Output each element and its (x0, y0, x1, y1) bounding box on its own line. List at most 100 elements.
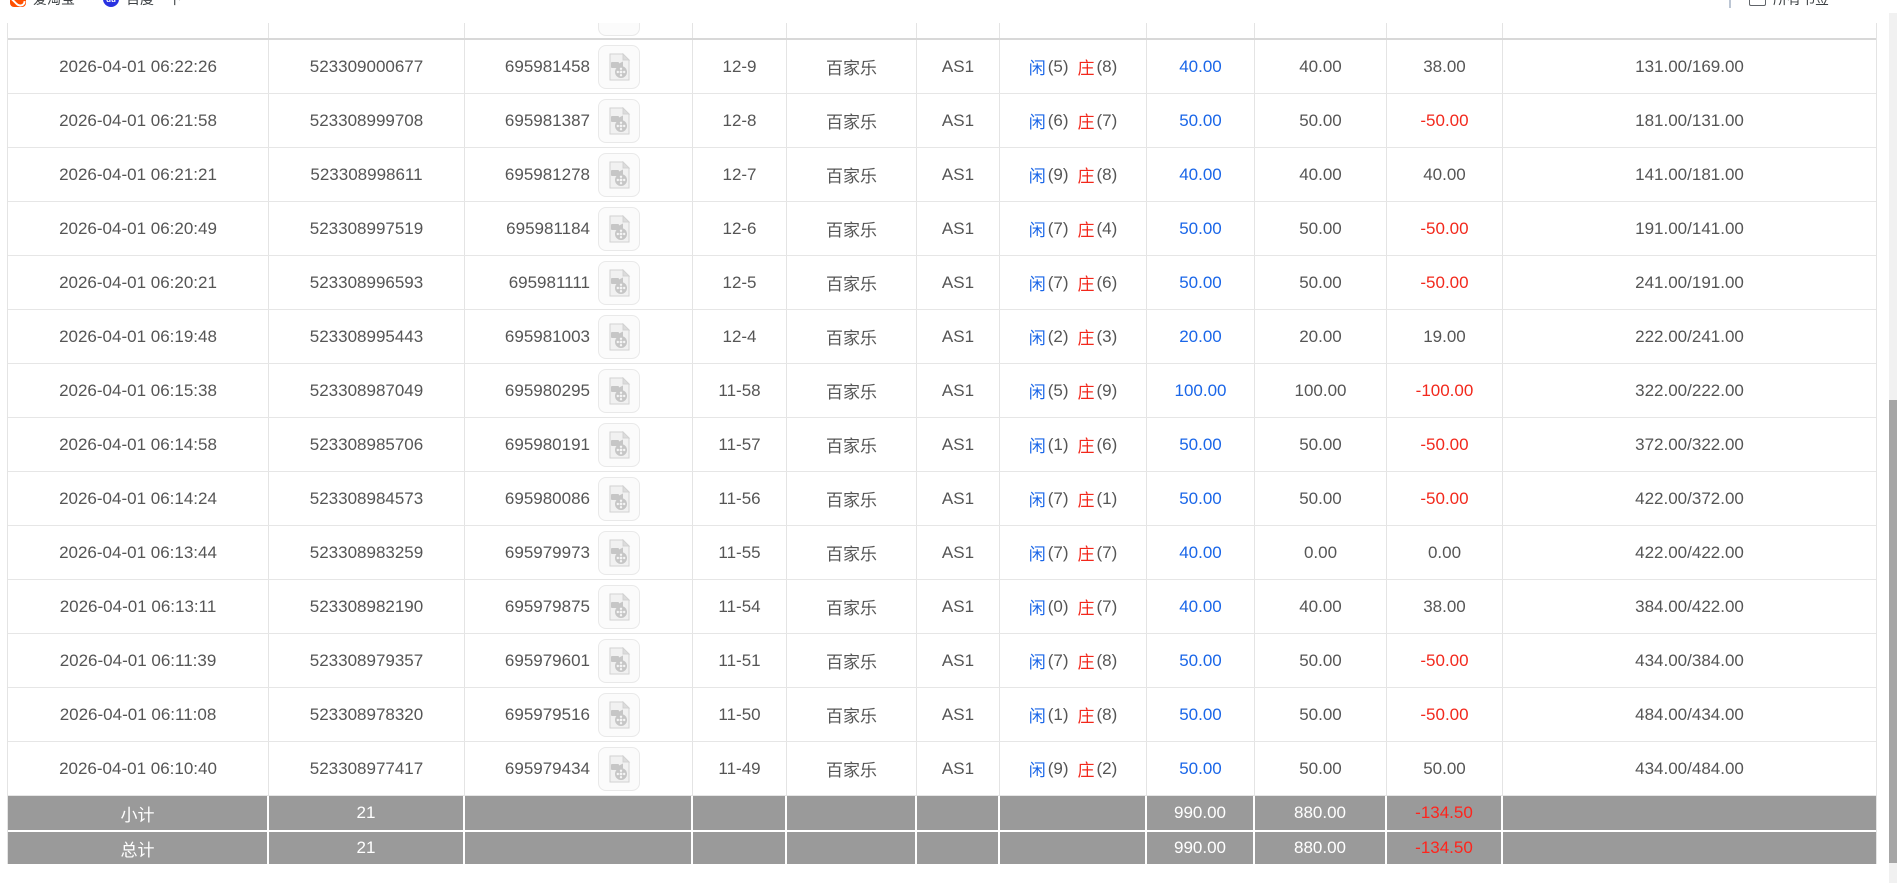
platform-cell: AS1 (917, 256, 1000, 309)
summary-empty-cell (465, 832, 693, 864)
game-number-cell: 695980191 (465, 418, 693, 471)
video-replay-button[interactable] (598, 477, 640, 521)
win-loss-cell: 40.00 (1387, 148, 1503, 201)
video-replay-button[interactable] (598, 45, 640, 89)
table-row: 2026-04-01 06:14:24523308984573695980086… (8, 472, 1876, 526)
bet-amount-cell[interactable]: 40.00 (1147, 526, 1255, 579)
bet-amount-cell[interactable]: 40.00 (1147, 580, 1255, 633)
player-label: 闲 (1029, 162, 1046, 187)
game-number: 695980191 (505, 435, 590, 455)
bet-amount-cell[interactable]: 50.00 (1147, 202, 1255, 255)
bet-amount-cell[interactable]: 100.00 (1147, 364, 1255, 417)
balance-cell: 222.00/241.00 (1503, 310, 1876, 363)
banker-label: 庄 (1078, 216, 1095, 241)
bet-amount-cell[interactable]: 40.00 (1147, 148, 1255, 201)
win-loss-cell: -50.00 (1387, 472, 1503, 525)
game-number: 695981278 (505, 165, 590, 185)
all-bookmarks-button[interactable]: 所有书签 (1749, 0, 1829, 9)
video-replay-button[interactable] (598, 747, 640, 791)
win-loss-cell: 50.00 (1387, 742, 1503, 795)
summary-win-loss-cell: -134.50 (1387, 796, 1503, 830)
video-replay-button[interactable] (598, 23, 640, 36)
bet-amount-cell[interactable]: 40.00 (1147, 40, 1255, 93)
banker-label: 庄 (1078, 54, 1095, 79)
banker-score: (8) (1097, 705, 1118, 725)
bet-amount-cell[interactable]: 50.00 (1147, 94, 1255, 147)
platform-cell: AS1 (917, 364, 1000, 417)
valid-amount-cell: 0.00 (1255, 526, 1387, 579)
banker-score: (1) (1097, 489, 1118, 509)
order-number-cell: 523308977417 (269, 742, 465, 795)
table-round-cell: 11-58 (693, 364, 787, 417)
video-replay-button[interactable] (598, 693, 640, 737)
game-number: 695980295 (505, 381, 590, 401)
bet-time-cell: 2026-04-01 06:11:08 (8, 688, 269, 741)
video-replay-button[interactable] (598, 153, 640, 197)
bookmark-label: 百度一下 (126, 0, 182, 9)
platform-cell: AS1 (917, 310, 1000, 363)
player-label: 闲 (1029, 486, 1046, 511)
game-number: 695979973 (505, 543, 590, 563)
order-number-cell: 523308983259 (269, 526, 465, 579)
game-type-cell: 百家乐 (787, 148, 917, 201)
video-replay-button[interactable] (598, 423, 640, 467)
player-label: 闲 (1029, 432, 1046, 457)
video-replay-button[interactable] (598, 207, 640, 251)
bet-amount-cell[interactable]: 50.00 (1147, 688, 1255, 741)
player-label: 闲 (1029, 648, 1046, 673)
player-score: (1) (1048, 705, 1069, 725)
game-number: 695979601 (505, 651, 590, 671)
game-type-cell: 百家乐 (787, 40, 917, 93)
video-replay-button[interactable] (598, 585, 640, 629)
platform-cell: AS1 (917, 418, 1000, 471)
game-type-cell: 百家乐 (787, 688, 917, 741)
player-score: (7) (1048, 273, 1069, 293)
win-loss-cell: -50.00 (1387, 688, 1503, 741)
banker-label: 庄 (1078, 648, 1095, 673)
bet-amount-cell[interactable]: 20.00 (1147, 310, 1255, 363)
baidu-icon: du (103, 0, 119, 7)
bet-amount-cell[interactable]: 50.00 (1147, 256, 1255, 309)
game-number-cell: 695981111 (465, 256, 693, 309)
valid-amount-cell: 100.00 (1255, 364, 1387, 417)
game-result-cell: 闲(6)庄(7) (1000, 94, 1147, 147)
win-loss-cell: 38.00 (1387, 580, 1503, 633)
game-number-cell: 695980086 (465, 472, 693, 525)
video-replay-button[interactable] (598, 639, 640, 683)
video-replay-button[interactable] (598, 315, 640, 359)
bet-amount-cell[interactable]: 50.00 (1147, 634, 1255, 687)
valid-amount-cell: 50.00 (1255, 94, 1387, 147)
vertical-scrollbar[interactable] (1889, 13, 1897, 883)
bet-time-cell: 2026-04-01 06:20:49 (8, 202, 269, 255)
summary-empty-cell (787, 796, 917, 830)
bookmarks-separator (1729, 0, 1731, 8)
table-row: 2026-04-01 06:21:21523308998611695981278… (8, 148, 1876, 202)
bet-records-table: 2026-04-01 06:22:26523309000677695981458… (7, 23, 1877, 864)
valid-amount-cell: 50.00 (1255, 688, 1387, 741)
bookmark-taobao[interactable]: 爱淘宝 (10, 0, 75, 9)
game-type-cell: 百家乐 (787, 256, 917, 309)
video-replay-button[interactable] (598, 369, 640, 413)
platform-cell: AS1 (917, 202, 1000, 255)
bet-amount-cell[interactable]: 50.00 (1147, 418, 1255, 471)
scrollbar-thumb[interactable] (1889, 400, 1897, 863)
banker-label: 庄 (1078, 378, 1095, 403)
player-score: (9) (1048, 759, 1069, 779)
video-replay-button[interactable] (598, 99, 640, 143)
order-number-cell: 523308995443 (269, 310, 465, 363)
video-replay-button[interactable] (598, 261, 640, 305)
bet-amount-cell[interactable]: 50.00 (1147, 472, 1255, 525)
table-row: 2026-04-01 06:11:08523308978320695979516… (8, 688, 1876, 742)
win-loss-cell: -50.00 (1387, 202, 1503, 255)
bet-amount-cell[interactable]: 50.00 (1147, 742, 1255, 795)
video-replay-button[interactable] (598, 531, 640, 575)
table-row: 2026-04-01 06:20:49523308997519695981184… (8, 202, 1876, 256)
summary-valid-amount-cell: 880.00 (1255, 796, 1387, 830)
bet-time-cell: 2026-04-01 06:13:11 (8, 580, 269, 633)
balance-cell: 484.00/434.00 (1503, 688, 1876, 741)
player-label: 闲 (1029, 270, 1046, 295)
banker-score: (6) (1097, 273, 1118, 293)
bookmark-baidu[interactable]: du 百度一下 (103, 0, 182, 9)
bookmark-label: 爱淘宝 (33, 0, 75, 9)
game-result-cell: 闲(7)庄(1) (1000, 472, 1147, 525)
